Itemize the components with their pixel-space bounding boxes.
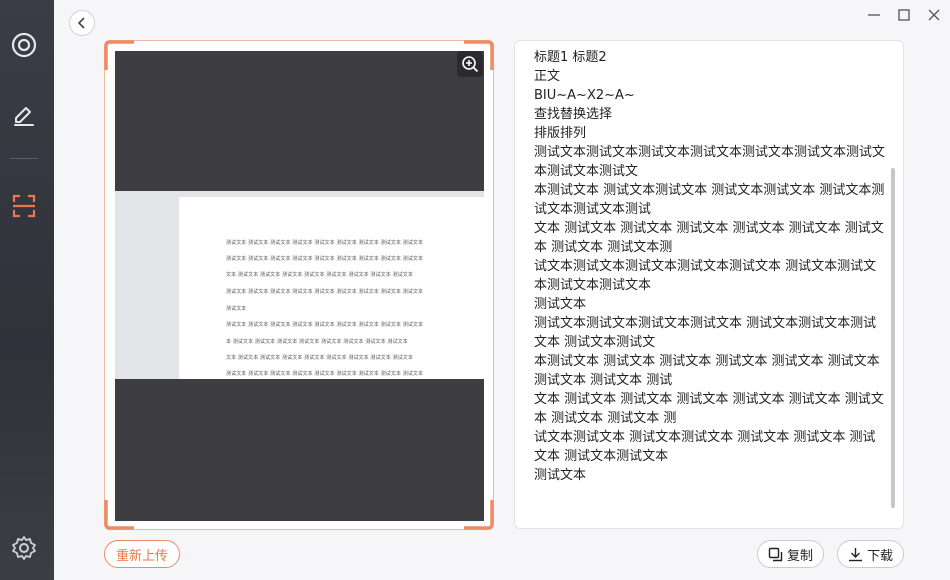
text-line: 测试文本测试文本测试文本测试文本测试文本测试文本测试文 — [534, 145, 886, 160]
scan-text-icon[interactable] — [8, 190, 40, 222]
frame-corner — [104, 500, 134, 530]
minimize-icon[interactable] — [865, 6, 883, 24]
text-line: 查找替换选择 — [534, 107, 613, 122]
chevron-left-icon — [77, 17, 85, 29]
doc-line: 本 测试文本 测试文本 测试文本 测试文本 测试文本 测试文本 测试文本 测试文… — [226, 339, 408, 345]
text-line: 测试文本 — [534, 297, 587, 312]
frame-corner — [464, 40, 494, 70]
text-line: 本测试文本 测试文本测试文本 测试文本测试文本 测试文本测 — [534, 183, 885, 198]
sidebar — [0, 0, 54, 580]
text-line: 本 测试文本 测试文本测 — [534, 240, 673, 255]
text-line: 标题1 标题2 — [534, 50, 607, 65]
frame-corner — [104, 40, 134, 70]
text-line: BIU~A~X2~A~ — [534, 88, 635, 103]
copy-button[interactable]: 复制 — [757, 540, 824, 568]
text-line: 文本 测试文本测试文本 — [534, 449, 669, 464]
pen-edit-icon[interactable] — [8, 98, 40, 130]
frame-corner — [464, 500, 494, 530]
text-line: 文本 测试文本 测试文本 测试文本 测试文本 测试文本 测试文 — [534, 221, 884, 236]
document-screenshot: 测试文本 测试文本 测试文本 测试文本 测试文本 测试文本 测试文本 测试文本 … — [115, 191, 484, 379]
copy-label: 复制 — [786, 548, 813, 564]
scrollbar[interactable] — [891, 168, 895, 508]
doc-line: 测试文本 — [226, 306, 247, 312]
text-line: 试文本测试文本 测试文本测试文本 测试文本 测试文本 测试 — [534, 430, 876, 445]
doc-line: 测试文本 测试文本 测试文本 测试文本 测试文本 测试文本 测试文本 测试文本 … — [226, 289, 424, 295]
back-button[interactable] — [69, 10, 95, 36]
download-icon — [848, 547, 862, 561]
target-icon[interactable] — [8, 29, 40, 61]
text-line: 测试文本测试文本测试文本测试文本 测试文本测试文本测试 — [534, 316, 877, 331]
doc-line: 测试文本 测试文本 测试文本 测试文本 测试文本 测试文本 测试文本 测试文本 … — [226, 371, 424, 377]
text-line: 本 测试文本 测试文本 测 — [534, 411, 677, 426]
text-line: 排版排列 — [534, 126, 587, 141]
text-line: 试文本测试文本测试 — [534, 202, 652, 217]
text-line: 本测试文本 测试文本 测试文本 测试文本 测试文本 测试文本 — [534, 354, 880, 369]
image-preview: 测试文本 测试文本 测试文本 测试文本 测试文本 测试文本 测试文本 测试文本 … — [104, 40, 494, 530]
sidebar-divider — [10, 158, 38, 159]
text-line: 本测试文本测试文 — [534, 164, 639, 179]
text-line: 文本 测试文本 测试文本 测试文本 测试文本 测试文本 测试文 — [534, 392, 884, 407]
doc-line: 文本 测试文本 测试文本 测试文本 测试文本 测试文本 测试文本 测试文本 测试… — [226, 272, 413, 278]
text-line: 测试文本 — [534, 468, 587, 483]
recognized-text[interactable]: 标题1 标题2 正文 BIU~A~X2~A~ 查找替换选择 排版排列 测试文本测试文本测试… — [534, 48, 886, 485]
download-label: 下载 — [866, 548, 893, 564]
maximize-icon[interactable] — [895, 6, 913, 24]
doc-line: 文本 测试文本 测试文本 测试文本 测试文本 测试文本 测试文本 测试文本 测试… — [226, 355, 413, 361]
document-page: 测试文本 测试文本 测试文本 测试文本 测试文本 测试文本 测试文本 测试文本 … — [179, 197, 484, 379]
text-line: 试文本测试文本测试文本测试文本测试文本 测试文本测试文 — [534, 259, 877, 274]
text-line: 正文 — [534, 69, 561, 84]
doc-line: 测试文本 测试文本 测试文本 测试文本 测试文本 测试文本 测试文本 测试文本 … — [226, 256, 424, 262]
text-line: 本测试文本测试文本 — [534, 278, 652, 293]
app-window: 测试文本 测试文本 测试文本 测试文本 测试文本 测试文本 测试文本 测试文本 … — [0, 0, 950, 580]
doc-line: 测试文本 测试文本 测试文本 测试文本 测试文本 测试文本 测试文本 测试文本 … — [226, 322, 424, 328]
close-icon[interactable] — [925, 6, 943, 24]
reupload-button[interactable]: 重新上传 — [104, 540, 180, 568]
copy-icon — [768, 547, 783, 561]
gear-icon[interactable] — [8, 532, 40, 564]
text-line: 测试文本 测试文本 测试 — [534, 373, 673, 388]
text-line: 文本 测试文本测试文 — [534, 335, 656, 350]
preview-image: 测试文本 测试文本 测试文本 测试文本 测试文本 测试文本 测试文本 测试文本 … — [115, 51, 484, 521]
doc-line: 测试文本 测试文本 测试文本 测试文本 测试文本 测试文本 测试文本 测试文本 … — [226, 240, 424, 246]
recognized-text-panel[interactable]: 标题1 标题2 正文 BIU~A~X2~A~ 查找替换选择 排版排列 测试文本测试文本测试… — [514, 40, 904, 529]
download-button[interactable]: 下载 — [837, 540, 904, 568]
